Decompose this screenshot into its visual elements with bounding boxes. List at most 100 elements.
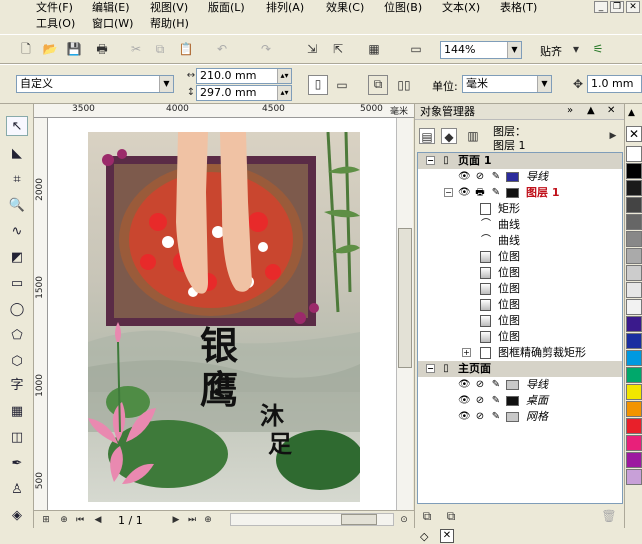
menu-bitmaps[interactable]: 位图(B) xyxy=(384,0,422,15)
palette-swatch[interactable] xyxy=(626,384,642,400)
text-tool-icon[interactable]: 字 xyxy=(6,376,28,396)
object-row[interactable]: ⌒ 曲线 xyxy=(418,217,622,233)
visibility-icon[interactable]: 👁 xyxy=(458,395,471,407)
palette-swatch[interactable] xyxy=(626,350,642,366)
import-icon[interactable]: ⇲ xyxy=(304,41,320,57)
no-print-icon[interactable]: ⊘ xyxy=(474,379,486,391)
layer-row[interactable]: 👁 ⊘ ✎ 桌面 xyxy=(418,393,622,409)
restore-button[interactable]: ❐ xyxy=(610,1,624,13)
minimize-button[interactable]: _ xyxy=(594,1,608,13)
page-width-input[interactable]: 210.0 mm ▴▾ xyxy=(196,68,292,84)
docker-collapse-icon[interactable]: ▲ xyxy=(587,105,595,116)
next-page-icon[interactable]: ▶ xyxy=(168,512,184,528)
table-tool-icon[interactable]: ▦ xyxy=(6,402,28,422)
visibility-icon[interactable]: 👁 xyxy=(458,411,471,423)
object-row[interactable]: ⌒ 曲线 xyxy=(418,233,622,249)
scrollbar-thumb[interactable] xyxy=(341,514,377,525)
palette-swatch[interactable] xyxy=(626,367,642,383)
no-print-icon[interactable]: ⊘ xyxy=(474,395,486,407)
expand-icon[interactable]: + xyxy=(462,348,471,357)
snap-label[interactable]: 贴齐 xyxy=(540,43,562,59)
cut-icon[interactable]: ✂ xyxy=(128,41,144,57)
palette-swatch[interactable] xyxy=(626,435,642,451)
drawing-canvas[interactable]: 银 鹰 沐 足 xyxy=(48,118,396,510)
close-button[interactable]: ✕ xyxy=(626,1,640,13)
visibility-icon[interactable]: 👁 xyxy=(458,187,471,199)
palette-swatch[interactable] xyxy=(626,299,642,315)
palette-swatch[interactable] xyxy=(626,469,642,485)
object-row[interactable]: 位图 xyxy=(418,297,622,313)
new-layer-icon[interactable]: ⧉ xyxy=(419,508,435,524)
interactive-blend-icon[interactable]: ◫ xyxy=(6,428,28,448)
palette-swatch[interactable] xyxy=(626,163,642,179)
layer-row[interactable]: − 👁 🖶 ✎ 图层 1 xyxy=(418,185,622,201)
palette-swatch[interactable] xyxy=(626,214,642,230)
zoom-select[interactable]: 144% ▼ xyxy=(440,41,522,59)
spinner-icon[interactable]: ▴▾ xyxy=(277,86,291,100)
edit-icon[interactable]: ✎ xyxy=(490,171,502,183)
print-icon[interactable]: 🖶 xyxy=(474,187,486,199)
show-properties-icon[interactable]: ▤ xyxy=(419,128,435,144)
collapse-icon[interactable]: − xyxy=(426,156,435,165)
horizontal-scrollbar[interactable] xyxy=(230,513,394,526)
save-icon[interactable]: 💾 xyxy=(66,41,82,57)
landscape-icon[interactable]: ▭ xyxy=(334,77,350,93)
scrollbar-thumb[interactable] xyxy=(398,228,412,368)
menu-view[interactable]: 视图(V) xyxy=(150,0,188,15)
redo-icon[interactable]: ↷ xyxy=(258,41,274,57)
portrait-icon[interactable]: ▯ xyxy=(308,75,328,95)
options-icon[interactable]: ⚟ xyxy=(590,41,606,57)
smart-fill-icon[interactable]: ◩ xyxy=(6,248,28,268)
print-icon[interactable]: 🖶 xyxy=(94,41,110,57)
new-icon[interactable]: 🗋 xyxy=(18,41,34,57)
current-page-icon[interactable]: ▯▯ xyxy=(396,77,412,93)
edit-icon[interactable]: ✎ xyxy=(490,379,502,391)
menu-arrange[interactable]: 排列(A) xyxy=(266,0,304,15)
scroll-up-icon[interactable]: ▲ xyxy=(628,108,635,118)
crop-tool-icon[interactable]: ⌗ xyxy=(6,170,28,190)
visibility-icon[interactable]: 👁 xyxy=(458,379,471,391)
edit-icon[interactable]: ✎ xyxy=(490,187,502,199)
palette-swatch[interactable] xyxy=(626,316,642,332)
palette-swatch[interactable] xyxy=(626,146,642,162)
fit-page-icon[interactable]: ⊞ xyxy=(38,512,54,528)
palette-swatch[interactable] xyxy=(626,282,642,298)
layer-row[interactable]: 👁 ⊘ ✎ 导线 xyxy=(418,169,622,185)
edit-icon[interactable]: ✎ xyxy=(490,411,502,423)
chevron-down-icon[interactable]: ▾ xyxy=(568,41,584,57)
shape-tool-icon[interactable]: ◣ xyxy=(6,144,28,164)
paste-icon[interactable]: 📋 xyxy=(178,41,194,57)
ellipse-tool-icon[interactable]: ◯ xyxy=(6,300,28,320)
vertical-scrollbar[interactable] xyxy=(396,118,413,510)
palette-swatch[interactable] xyxy=(626,231,642,247)
palette-swatch[interactable] xyxy=(626,333,642,349)
menu-text[interactable]: 文本(X) xyxy=(442,0,480,15)
zoom-tool-icon[interactable]: 🔍 xyxy=(6,196,28,216)
flyout-arrow-icon[interactable]: ▶ xyxy=(605,128,621,144)
paper-type-select[interactable]: 自定义 ▼ xyxy=(16,75,174,93)
freehand-tool-icon[interactable]: ∿ xyxy=(6,222,28,242)
palette-swatch[interactable] xyxy=(626,418,642,434)
all-pages-icon[interactable]: ⧉ xyxy=(368,75,388,95)
no-fill-icon[interactable]: ✕ xyxy=(626,126,642,142)
no-print-icon[interactable]: ⊘ xyxy=(474,411,486,423)
object-row[interactable]: 位图 xyxy=(418,313,622,329)
prev-page-icon[interactable]: ◀ xyxy=(90,512,106,528)
basic-shapes-icon[interactable]: ⬡ xyxy=(6,352,28,372)
export-icon[interactable]: ⇱ xyxy=(330,41,346,57)
add-page-after-icon[interactable]: ⊕ xyxy=(200,512,216,528)
spinner-icon[interactable]: ▴▾ xyxy=(277,69,291,83)
delete-icon[interactable]: 🗑 xyxy=(601,508,617,524)
undo-icon[interactable]: ↶ xyxy=(214,41,230,57)
object-row[interactable]: 矩形 xyxy=(418,201,622,217)
palette-swatch[interactable] xyxy=(626,265,642,281)
collapse-icon[interactable]: − xyxy=(426,364,435,373)
fill-tool-icon[interactable]: ◈ xyxy=(6,506,28,526)
new-master-layer-icon[interactable]: ⧉ xyxy=(443,508,459,524)
collapse-icon[interactable]: − xyxy=(444,188,453,197)
visibility-icon[interactable]: 👁 xyxy=(458,171,471,183)
poster-artwork[interactable]: 银 鹰 沐 足 xyxy=(88,132,360,502)
pick-tool-icon[interactable]: ↖ xyxy=(6,116,28,136)
docker-close-icon[interactable]: ✕ xyxy=(607,105,615,116)
app-launcher-icon[interactable]: ▦ xyxy=(366,41,382,57)
